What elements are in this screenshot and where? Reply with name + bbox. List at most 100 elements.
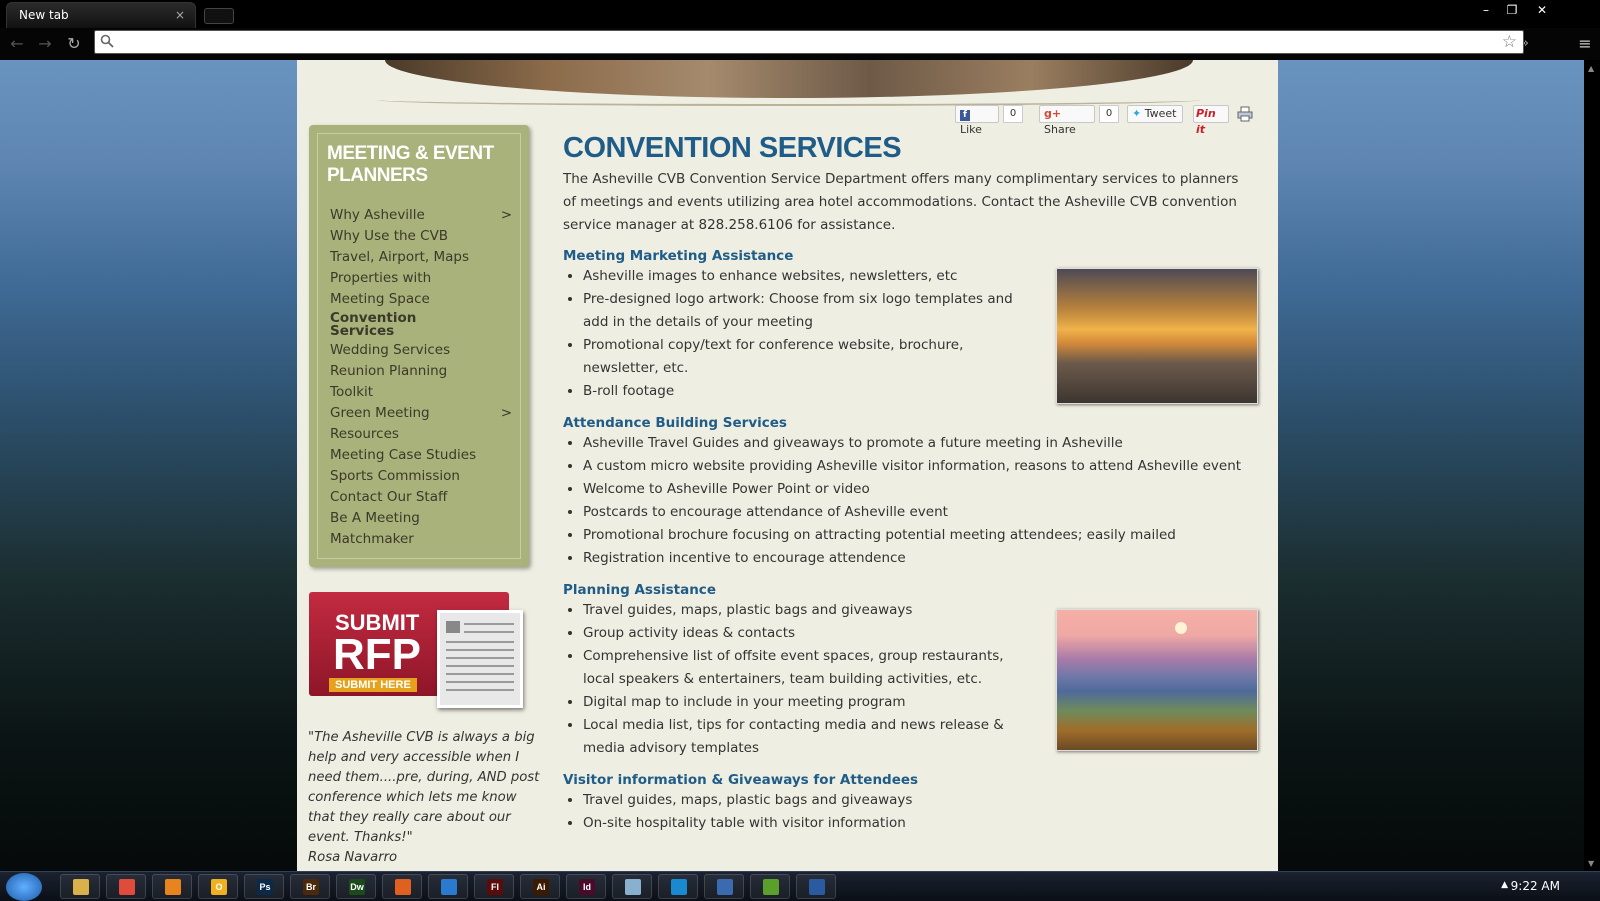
doc-line [464, 623, 514, 625]
twitter-bird-icon: ✦ [1132, 107, 1142, 120]
spotify-icon [763, 879, 779, 895]
sidebar-item-label: Why Asheville [330, 207, 425, 223]
list-item: Registration incentive to encourage atte… [583, 547, 1253, 570]
moon-icon [1175, 622, 1187, 634]
page-scrollbar[interactable]: ▲ ▼ [1584, 60, 1600, 872]
skype-icon [671, 879, 687, 895]
sidebar-item-convention-services[interactable]: Convention Services [330, 310, 430, 340]
bridge-icon: Br [303, 879, 319, 895]
taskbar-dreamweaver-button[interactable]: Dw [336, 874, 376, 899]
new-tab-button[interactable] [204, 8, 234, 24]
doc-line [446, 657, 514, 659]
sidebar-item-travel[interactable]: Travel, Airport, Maps [330, 247, 512, 268]
flash-icon: Fl [487, 879, 503, 895]
browser-titlebar: New tab × – ❐ ✕ [0, 0, 1600, 28]
explorer-icon [73, 879, 89, 895]
print-icon[interactable] [1237, 106, 1253, 122]
taskbar-spotify-button[interactable] [750, 874, 790, 899]
bookmark-star-icon[interactable]: ☆ [1502, 32, 1517, 52]
scroll-down-icon[interactable]: ▼ [1588, 859, 1594, 868]
share-count: 0 [1099, 105, 1119, 123]
sidebar-item-label: Why Use the CVB [330, 228, 449, 244]
facebook-icon: f [960, 110, 970, 121]
sidebar-item-green-meeting[interactable]: Green Meeting Resources > [330, 403, 512, 445]
list-item: Group activity ideas & contacts [583, 622, 1035, 645]
taskbar-skype-button[interactable] [658, 874, 698, 899]
forward-arrow-icon[interactable]: → [34, 33, 56, 55]
address-input[interactable] [119, 33, 1493, 53]
sidebar-item-label: Be A Meeting Matchmaker [330, 510, 420, 547]
itunes-icon [717, 879, 733, 895]
tweet-button[interactable]: ✦ Tweet [1127, 105, 1183, 123]
taskbar-notepad-button[interactable] [612, 874, 652, 899]
sidebar-item-properties[interactable]: Properties with Meeting Space [330, 268, 440, 310]
section-visitor-information: Visitor information & Giveaways for Atte… [563, 771, 1253, 835]
address-bar[interactable]: ☆ [94, 30, 1524, 54]
list-item: Promotional copy/text for conference web… [583, 334, 1035, 380]
list-item: Travel guides, maps, plastic bags and gi… [583, 599, 1035, 622]
taskbar-itunes-button[interactable] [704, 874, 744, 899]
taskbar-clock[interactable]: 9:22 AM [1511, 879, 1560, 893]
intro-paragraph: The Asheville CVB Convention Service Dep… [563, 171, 1239, 233]
list-item: Digital map to include in your meeting p… [583, 691, 1035, 714]
google-share-button[interactable]: g+ Share [1039, 105, 1095, 136]
taskbar-illustrator-button[interactable]: Ai [520, 874, 560, 899]
scroll-up-icon[interactable]: ▲ [1588, 64, 1594, 73]
taskbar-indesign-button[interactable]: Id [566, 874, 606, 899]
sidebar-item-matchmaker[interactable]: Be A Meeting Matchmaker [330, 508, 440, 550]
section-title: Planning Assistance [563, 582, 716, 598]
page-title: CONVENTION SERVICES [563, 132, 902, 164]
tab-new-tab[interactable]: New tab × [6, 2, 196, 28]
taskbar-bridge-button[interactable]: Br [290, 874, 330, 899]
start-button[interactable] [6, 873, 42, 901]
tab-title: New tab [19, 8, 69, 22]
sidebar: MEETING & EVENT PLANNERS Why Asheville > … [309, 125, 529, 567]
taskbar-word-button[interactable] [796, 874, 836, 899]
taskbar-photoshop-button[interactable]: Ps [244, 874, 284, 899]
document-icon [437, 610, 523, 708]
taskbar-chrome-button[interactable] [106, 874, 146, 899]
pin-it-button[interactable]: Pin it [1193, 105, 1229, 136]
sidebar-item-label: Sports Commission [330, 468, 460, 484]
doc-line [446, 649, 514, 651]
google-plus-icon: g+ [1044, 107, 1062, 120]
word-icon [809, 879, 825, 895]
sidebar-item-wedding[interactable]: Wedding Services [330, 340, 512, 361]
taskbar-firefox-button[interactable] [152, 874, 192, 899]
sidebar-item-why-asheville[interactable]: Why Asheville > [330, 205, 512, 226]
list-item: A custom micro website providing Ashevil… [583, 455, 1253, 478]
minimize-button[interactable]: – [1474, 2, 1498, 18]
taskbar-app-shape-button[interactable] [382, 874, 422, 899]
notepad-icon [625, 879, 641, 895]
app-blue-icon [441, 879, 457, 895]
sidebar-item-toolkit[interactable]: Toolkit [330, 382, 512, 403]
reload-icon[interactable]: ↻ [63, 33, 85, 55]
testimonial-quote: "The Asheville CVB is always a big help … [308, 730, 540, 845]
submit-here-button[interactable]: SUBMIT HERE [329, 678, 417, 692]
sidebar-item-case-studies[interactable]: Meeting Case Studies [330, 445, 512, 466]
sidebar-item-why-use-cvb[interactable]: Why Use the CVB [330, 226, 512, 247]
sidebar-item-label: Contact Our Staff [330, 489, 448, 505]
illustrator-icon: Ai [533, 879, 549, 895]
list-item: Asheville images to enhance websites, ne… [583, 265, 1035, 288]
menu-icon[interactable]: ≡ [1574, 33, 1596, 55]
sidebar-item-sports[interactable]: Sports Commission [330, 466, 512, 487]
tab-close-icon[interactable]: × [175, 3, 185, 27]
testimonial-author: Rosa Navarro [308, 850, 398, 865]
back-arrow-icon[interactable]: ← [6, 33, 28, 55]
taskbar-app-blue-button[interactable] [428, 874, 468, 899]
list-item: B-roll footage [583, 380, 1035, 403]
search-icon [100, 34, 114, 48]
sidebar-item-contact[interactable]: Contact Our Staff [330, 487, 512, 508]
sidebar-item-reunion[interactable]: Reunion Planning [330, 361, 512, 382]
list-item: Postcards to encourage attendance of Ash… [583, 501, 1253, 524]
tray-expand-icon[interactable]: ▲ [1501, 880, 1508, 890]
sidebar-item-label: Reunion Planning [330, 363, 448, 379]
taskbar-flash-button[interactable]: Fl [474, 874, 514, 899]
taskbar-explorer-button[interactable] [60, 874, 100, 899]
maximize-button[interactable]: ❐ [1500, 2, 1524, 18]
close-window-button[interactable]: ✕ [1530, 2, 1554, 18]
submenu-arrow-icon: > [500, 405, 512, 421]
facebook-like-button[interactable]: f Like [955, 105, 999, 136]
taskbar-outlook-button[interactable]: O [198, 874, 238, 899]
